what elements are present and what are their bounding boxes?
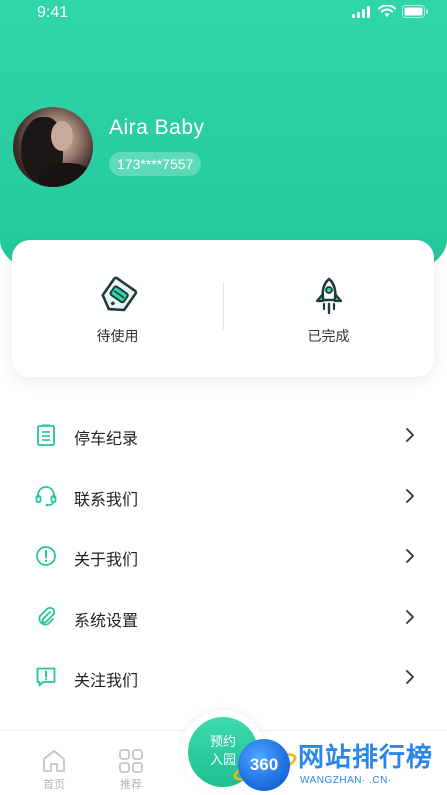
watermark-title: 网站排行榜 [298,743,434,773]
grid-icon [119,749,143,773]
chevron-right-icon [406,428,414,442]
menu-item-label: 关于我们 [74,550,139,569]
paperclip-icon [38,606,56,625]
status-icons [352,5,429,18]
tab-home[interactable]: 首页 [24,731,84,795]
clipboard-list-icon [37,424,55,446]
signal-icon [352,5,370,18]
orders-pending-label: 待使用 [96,329,139,345]
tab-recommend[interactable]: 推荐 [101,731,161,795]
menu-item-label: 联系我们 [74,489,139,509]
menu-list: 停车纪录 联系我们 关于我们 系统设置 关注我们 [0,405,447,708]
headset-icon [35,485,57,506]
watermark-logo: 360 网站排行榜 WANGZHAN· .CN· [230,735,447,795]
info-circle-icon [36,546,56,566]
battery-icon [402,5,428,18]
menu-item-about-us[interactable]: 关于我们 [0,526,447,587]
chevron-right-icon [406,670,414,684]
menu-item-contact-us[interactable]: 联系我们 [0,466,447,527]
reserve-label-line1: 预约 [209,735,236,750]
status-bar: 9:41 [0,0,447,26]
orders-pending[interactable]: 待使用 [12,240,223,377]
status-time: 9:41 [37,4,69,21]
menu-item-label: 关注我们 [74,671,139,690]
alert-message-icon [36,667,56,687]
reserve-label-line2: 入园 [209,753,236,768]
user-name: Aira Baby [109,116,205,139]
tab-recommend-label: 推荐 [120,778,142,791]
chevron-right-icon [406,488,414,503]
avatar[interactable] [13,107,93,187]
watermark-subtitle: WANGZHAN· .CN· [300,775,392,786]
user-phone: 173****7557 [109,152,202,176]
wifi-icon [378,5,396,17]
chevron-right-icon [406,609,414,624]
menu-item-label: 系统设置 [74,610,139,630]
orders-completed-label: 已完成 [307,329,350,345]
coupon-tag-icon [100,276,137,312]
menu-item-parking-records[interactable]: 停车纪录 [0,405,447,466]
menu-item-follow-us[interactable]: 关注我们 [0,647,447,708]
menu-item-system-settings[interactable]: 系统设置 [0,587,447,648]
tab-home-label: 首页 [43,778,65,791]
watermark-360-badge: 360 [238,739,290,791]
chevron-right-icon [406,549,414,563]
orders-completed[interactable]: 已完成 [223,240,434,377]
menu-item-label: 停车纪录 [74,429,139,448]
home-icon [43,750,65,772]
rocket-icon [315,277,342,315]
orders-card: 待使用 已完成 [12,240,434,377]
